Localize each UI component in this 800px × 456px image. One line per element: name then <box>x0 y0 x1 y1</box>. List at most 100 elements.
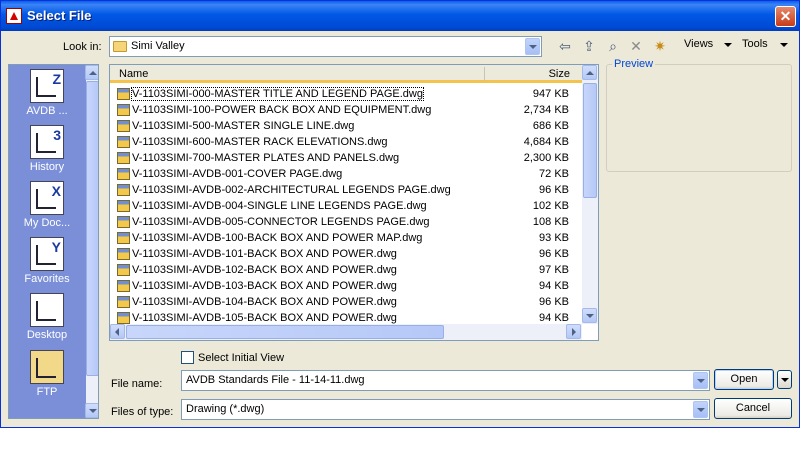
scroll-right-icon[interactable] <box>566 324 581 339</box>
open-options-chevron-icon[interactable] <box>777 370 792 389</box>
file-size: 94 KB <box>539 312 569 324</box>
places-item-label: Favorites <box>24 273 70 285</box>
places-item-ftp[interactable]: FTP <box>9 350 85 398</box>
file-size: 94 KB <box>539 280 569 292</box>
dwg-file-icon <box>117 280 130 292</box>
file-name: V-1103SIMI-AVDB-105-BACK BOX AND POWER.d… <box>132 312 397 324</box>
dwg-file-icon <box>117 296 130 308</box>
list-item[interactable]: V-1103SIMI-AVDB-005-CONNECTOR LEGENDS PA… <box>115 214 575 230</box>
scroll-left-icon[interactable] <box>110 324 125 339</box>
look-in-dropdown[interactable]: Simi Valley <box>109 36 542 57</box>
file-name: V-1103SIMI-100-POWER BACK BOX AND EQUIPM… <box>132 104 432 116</box>
file-name: V-1103SIMI-AVDB-104-BACK BOX AND POWER.d… <box>132 296 397 308</box>
autocad-app-icon <box>6 8 22 24</box>
file-name: V-1103SIMI-500-MASTER SINGLE LINE.dwg <box>132 120 355 132</box>
look-in-label: Look in: <box>63 41 102 53</box>
column-header-name[interactable]: Name <box>119 68 148 80</box>
places-item-my-documents[interactable]: X My Doc... <box>9 181 85 229</box>
list-item[interactable]: V-1103SIMI-AVDB-102-BACK BOX AND POWER.d… <box>115 262 575 278</box>
dwg-file-icon <box>117 104 130 116</box>
preview-label: Preview <box>612 58 656 70</box>
tools-caret-icon[interactable] <box>780 43 788 47</box>
file-size: 686 KB <box>532 120 569 132</box>
file-size: 96 KB <box>539 296 569 308</box>
places-item-favorites[interactable]: Y Favorites <box>9 237 85 285</box>
close-button[interactable]: ✕ <box>775 6 796 27</box>
scroll-thumb[interactable] <box>86 81 98 376</box>
list-item[interactable]: V-1103SIMI-AVDB-100-BACK BOX AND POWER M… <box>115 230 575 246</box>
delete-icon[interactable]: ✕ <box>627 37 645 55</box>
file-list-vertical-scrollbar[interactable] <box>582 65 598 324</box>
file-name: V-1103SIMI-000-MASTER TITLE AND LEGEND P… <box>131 87 424 101</box>
file-list-header: Name Size <box>110 65 582 83</box>
places-item-history[interactable]: 3 History <box>9 125 85 173</box>
places-item-desktop[interactable]: Desktop <box>9 293 85 341</box>
file-name-input[interactable]: AVDB Standards File - 11-14-11.dwg <box>181 370 710 391</box>
dwg-file-icon <box>117 88 130 100</box>
list-item[interactable]: V-1103SIMI-500-MASTER SINGLE LINE.dwg 686… <box>115 118 575 134</box>
file-list-horizontal-scrollbar[interactable] <box>110 324 582 340</box>
folder-icon <box>113 41 127 52</box>
file-size: 93 KB <box>539 232 569 244</box>
dwg-file-icon <box>117 136 130 148</box>
dwg-file-icon <box>117 232 130 244</box>
chevron-down-icon[interactable] <box>693 401 708 418</box>
views-caret-icon[interactable] <box>724 43 732 47</box>
file-size: 2,300 KB <box>523 152 569 164</box>
avdb-icon: Z <box>30 69 64 103</box>
history-icon: 3 <box>30 125 64 159</box>
chevron-down-icon[interactable] <box>693 372 708 389</box>
list-item[interactable]: V-1103SIMI-AVDB-104-BACK BOX AND POWER.d… <box>115 294 575 310</box>
views-menu[interactable]: Views <box>684 38 713 50</box>
file-name: V-1103SIMI-AVDB-002-ARCHITECTURAL LEGEND… <box>132 184 451 196</box>
file-name-label: File name: <box>111 378 163 390</box>
files-of-type-dropdown[interactable]: Drawing (*.dwg) <box>181 399 710 420</box>
file-size: 96 KB <box>539 248 569 260</box>
scroll-down-icon[interactable] <box>582 308 597 323</box>
file-name: V-1103SIMI-AVDB-004-SINGLE LINE LEGENDS … <box>132 200 427 212</box>
list-item[interactable]: V-1103SIMI-600-MASTER RACK ELEVATIONS.dw… <box>115 134 575 150</box>
tools-menu[interactable]: Tools <box>742 38 768 50</box>
dwg-file-icon <box>117 200 130 212</box>
scroll-thumb[interactable] <box>126 325 444 339</box>
list-item[interactable]: V-1103SIMI-AVDB-103-BACK BOX AND POWER.d… <box>115 278 575 294</box>
look-in-value: Simi Valley <box>131 40 185 52</box>
open-button[interactable]: Open <box>714 369 774 390</box>
search-web-icon[interactable]: ⌕ <box>604 37 622 55</box>
dwg-file-icon <box>117 264 130 276</box>
my-documents-icon: X <box>30 181 64 215</box>
chevron-down-icon[interactable] <box>525 38 540 55</box>
up-folder-icon[interactable]: ⇪ <box>580 37 598 55</box>
back-arrow-icon[interactable]: ⇦ <box>556 37 574 55</box>
file-list: Name Size V-1103SIMI-000-MASTER TITLE AN… <box>109 64 599 341</box>
column-header-size[interactable]: Size <box>530 68 570 80</box>
dwg-file-icon <box>117 216 130 228</box>
file-name: V-1103SIMI-AVDB-100-BACK BOX AND POWER M… <box>132 232 423 244</box>
file-name-value: AVDB Standards File - 11-14-11.dwg <box>186 374 365 386</box>
dwg-file-icon <box>117 168 130 180</box>
list-item[interactable]: V-1103SIMI-AVDB-101-BACK BOX AND POWER.d… <box>115 246 575 262</box>
select-initial-view-label[interactable]: Select Initial View <box>198 352 284 364</box>
file-name: V-1103SIMI-AVDB-101-BACK BOX AND POWER.d… <box>132 248 397 260</box>
list-item[interactable]: V-1103SIMI-AVDB-004-SINGLE LINE LEGENDS … <box>115 198 575 214</box>
ftp-icon <box>30 350 64 384</box>
new-folder-icon[interactable]: ✷ <box>651 37 669 55</box>
list-item[interactable]: V-1103SIMI-100-POWER BACK BOX AND EQUIPM… <box>115 102 575 118</box>
select-initial-view-checkbox[interactable] <box>181 351 194 364</box>
title-bar[interactable]: Select File ✕ <box>1 1 799 31</box>
places-item-label: My Doc... <box>23 217 71 229</box>
list-item[interactable]: V-1103SIMI-000-MASTER TITLE AND LEGEND P… <box>115 86 575 102</box>
places-item-label: History <box>29 161 65 173</box>
scroll-thumb[interactable] <box>583 83 597 198</box>
desktop-icon <box>30 293 64 327</box>
scroll-down-icon[interactable] <box>85 403 98 418</box>
places-scrollbar[interactable] <box>85 65 98 418</box>
list-item[interactable]: V-1103SIMI-AVDB-001-COVER PAGE.dwg 72 KB <box>115 166 575 182</box>
cancel-button[interactable]: Cancel <box>714 398 792 419</box>
list-item[interactable]: V-1103SIMI-700-MASTER PLATES AND PANELS.… <box>115 150 575 166</box>
places-item-avdb[interactable]: Z AVDB ... <box>9 69 85 117</box>
scroll-up-icon[interactable] <box>582 65 597 80</box>
scroll-up-icon[interactable] <box>85 65 98 80</box>
list-item[interactable]: V-1103SIMI-AVDB-002-ARCHITECTURAL LEGEND… <box>115 182 575 198</box>
column-divider[interactable] <box>484 67 485 81</box>
